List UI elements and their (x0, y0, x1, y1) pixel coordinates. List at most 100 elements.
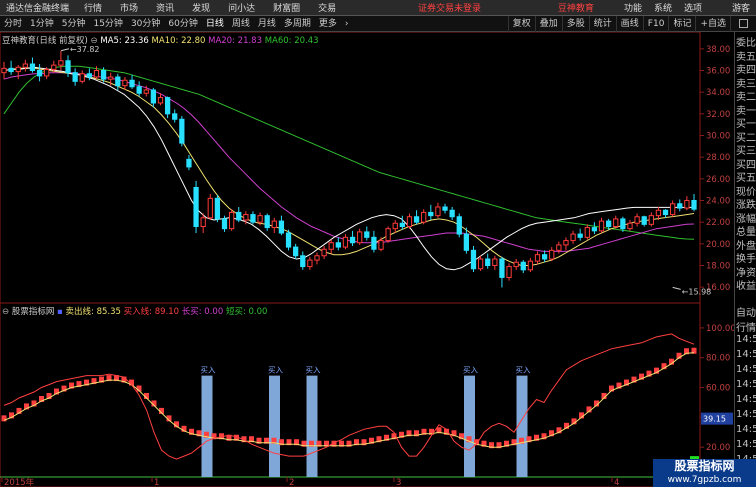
ma20-label: MA20: 21.83 (208, 36, 262, 46)
candle-body (51, 64, 57, 70)
panel-time-7: 14:5 (736, 409, 756, 420)
menu-item-functions[interactable]: 功能 (618, 1, 648, 14)
candle-body (1, 67, 7, 74)
y-tick-label: 32.00 (706, 110, 730, 120)
candle-body (591, 227, 598, 232)
menu-item-wealth[interactable]: 财富圈 (264, 1, 309, 14)
candle-body (164, 97, 171, 115)
sell-line-label: 卖出线: 85.35 (65, 307, 121, 317)
candle-body (285, 232, 292, 248)
draw-line-button[interactable]: 画线 (615, 15, 643, 32)
candle-body (413, 216, 420, 223)
candle-body (193, 187, 199, 227)
period-weekly[interactable]: 周线 (228, 16, 254, 32)
buy-signal-label: 买入 (463, 366, 478, 375)
adjust-button[interactable]: 复权 (507, 15, 535, 32)
stats-button[interactable]: 统计 (588, 15, 616, 32)
y-tick-label: 24.00 (706, 197, 730, 207)
indicator-name[interactable]: 股票指标网 (12, 307, 55, 317)
candle-body (179, 118, 185, 144)
ind-y-tick-label: 20.00 (706, 443, 730, 453)
menu-item-market[interactable]: 行情 (75, 1, 111, 14)
add-watchlist-button[interactable]: +自选 (695, 15, 730, 32)
period-15min[interactable]: 15分钟 (89, 16, 126, 32)
period-60min[interactable]: 60分钟 (164, 16, 201, 32)
candle-body (307, 259, 313, 268)
menu-item-ask[interactable]: 问小达 (219, 1, 264, 14)
y-tick-label: 22.00 (706, 218, 730, 228)
app-title: 通达信金融终端 (6, 4, 70, 14)
login-warning[interactable]: 证券交易未登录 (414, 1, 485, 14)
panel-time-0: 自动 (736, 308, 756, 319)
buy-line-label: 买入线: 89.10 (123, 307, 180, 317)
candle-body (236, 211, 242, 221)
candle-body (65, 60, 71, 74)
candle-body (8, 67, 14, 73)
candle-body (634, 216, 640, 224)
menu-item-exchange[interactable]: 市场 (111, 1, 147, 14)
period-monthly[interactable]: 月线 (254, 16, 280, 32)
candle-body (157, 97, 164, 104)
panel-time-6: 14:5 (736, 394, 756, 405)
candle-body (421, 211, 427, 223)
chart-canvas[interactable]: 38.00 36.00 34.00 32.00 30.00 28.00 26.00 24.00… (0, 32, 734, 487)
candle-body (606, 220, 612, 227)
period-1min[interactable]: 1分钟 (26, 16, 58, 32)
ma-line-ma5 (3, 66, 694, 271)
ma10-label: MA10: 22.80 (151, 36, 206, 46)
candle-body (349, 236, 356, 244)
candle-body (22, 63, 28, 68)
candle-body (556, 244, 562, 251)
chevron-right-icon[interactable]: › (341, 16, 353, 32)
y-tick-label: 18.00 (706, 262, 730, 272)
candle-body (385, 228, 391, 242)
candle-body (527, 260, 534, 271)
candle-body (221, 218, 228, 230)
ind-y-tick-label: 100.00 (706, 324, 734, 334)
period-daily[interactable]: 日线 (202, 16, 228, 32)
candle-body (186, 158, 192, 168)
menu-item-news[interactable]: 资讯 (147, 1, 183, 14)
period-5min[interactable]: 5分钟 (58, 16, 90, 32)
candle-body (392, 222, 398, 230)
menu-item-discover[interactable]: 发现 (183, 1, 219, 14)
menu-item-trade[interactable]: 交易 (309, 1, 345, 14)
candle-body (655, 209, 662, 217)
collapse-icon[interactable]: ⊖ (91, 36, 98, 46)
candle-body (271, 220, 277, 229)
candle-body (36, 70, 43, 77)
overlay-button[interactable]: 叠加 (534, 15, 562, 32)
f10-button[interactable]: F10 (642, 15, 669, 32)
grid-icon[interactable] (730, 15, 756, 32)
candle-body (243, 214, 249, 221)
candle-body (534, 254, 541, 262)
panel-time-4: 14:5 (736, 364, 756, 375)
menu-item-options[interactable]: 选项 (678, 1, 708, 14)
period-more[interactable]: 更多 (315, 16, 341, 32)
price-annotation: ←15.98 (682, 287, 712, 296)
period-toolbar: 分时 1分钟 5分钟 15分钟 30分钟 60分钟 日线 周线 月线 多周期 更… (0, 15, 756, 32)
menu-item-system[interactable]: 系统 (648, 1, 678, 14)
multi-stock-button[interactable]: 多股 (561, 15, 589, 32)
period-30min[interactable]: 30分钟 (127, 16, 164, 32)
candle-body (485, 258, 491, 266)
candle-body (677, 203, 683, 209)
watermark-url: www.7gpzb.com (667, 475, 742, 485)
candle-body (93, 70, 100, 78)
candle-body (691, 200, 697, 210)
x-tick-label: 3 (396, 478, 401, 487)
guest-label[interactable]: 游客 (726, 1, 756, 14)
candle-body (477, 258, 484, 270)
buy-signal-bar (201, 375, 213, 477)
period-multi[interactable]: 多周期 (280, 16, 315, 32)
collapse-icon[interactable]: ⊖ (2, 307, 9, 317)
ma60-label: MA60: 20.43 (264, 36, 319, 46)
candle-body (214, 197, 221, 220)
candle-body (620, 218, 626, 230)
candle-body (520, 261, 526, 271)
y-tick-label: 28.00 (706, 153, 730, 163)
period-tick[interactable]: 分时 (0, 16, 26, 32)
buy-signal-label: 买入 (306, 366, 321, 375)
y-tick-label: 20.00 (706, 240, 730, 250)
mark-button[interactable]: 标记 (668, 15, 695, 32)
